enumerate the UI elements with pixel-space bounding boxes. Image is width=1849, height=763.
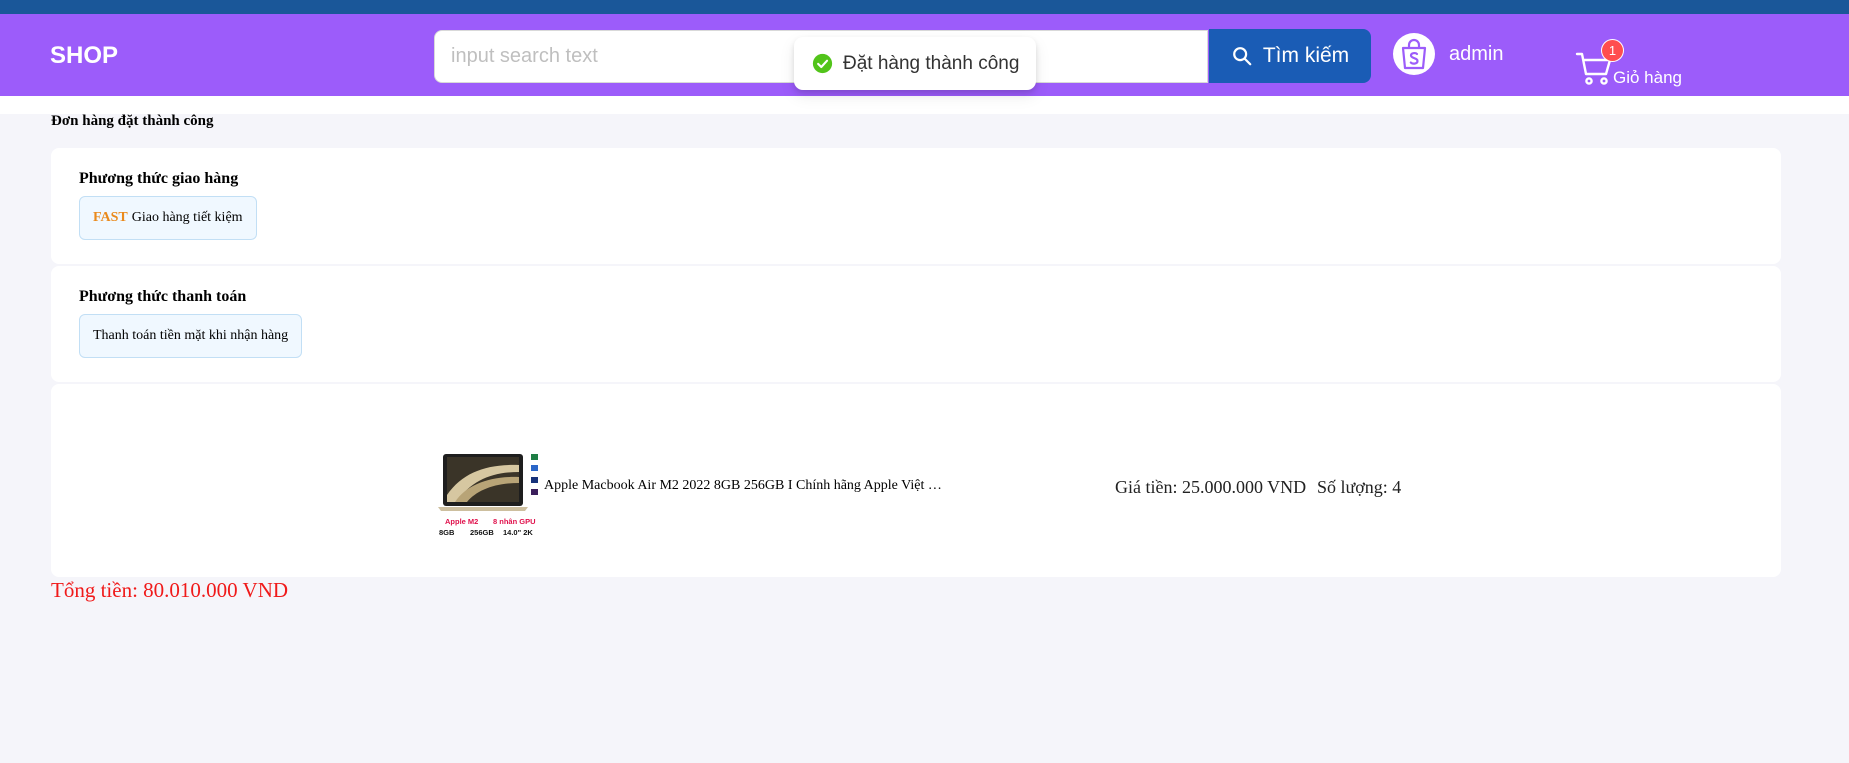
search-icon [1232, 47, 1252, 66]
payment-method-card: Phương thức thanh toán Thanh toán tiền m… [51, 266, 1781, 382]
product-quantity: Số lượng: 4 [1317, 477, 1402, 497]
sub-bar [0, 96, 1849, 114]
delivery-option-label: Giao hàng tiết kiệm [131, 210, 243, 225]
product-name: Apple Macbook Air M2 2022 8GB 256GB I Ch… [544, 478, 951, 493]
page-title: Đơn hàng đặt thành công [51, 113, 214, 129]
product-image-screen-text: 14.0" 2K [503, 528, 533, 537]
delivery-method-card: Phương thức giao hàng FAST Giao hàng tiế… [51, 148, 1781, 264]
search-button-label: Tìm kiếm [1262, 44, 1350, 67]
search-button[interactable]: Tìm kiếm [1209, 29, 1371, 83]
product-price: Giá tiền: 25.000.000 VND [1115, 477, 1307, 497]
payment-method-title: Phương thức thanh toán [79, 288, 247, 305]
user-name: admin [1449, 42, 1504, 65]
check-circle-icon [812, 53, 833, 74]
cart-label: Giỏ hàng [1613, 68, 1682, 87]
success-toast: Đặt hàng thành công [794, 37, 1037, 90]
product-image-gpu-text: 8 nhân GPU [493, 517, 536, 526]
user-menu[interactable]: admin [1393, 33, 1503, 75]
delivery-method-title: Phương thức giao hàng [79, 170, 239, 187]
order-items-card: Apple M2 8 nhân GPU 8GB 256GB 14.0" 2K A… [51, 384, 1781, 577]
toast-message: Đặt hàng thành công [843, 52, 1020, 74]
product-image-ram-text: 8GB [439, 528, 455, 537]
delivery-option[interactable]: FAST Giao hàng tiết kiệm [79, 196, 257, 240]
shop-logo[interactable]: SHOP [50, 42, 118, 70]
top-strip [0, 0, 1849, 14]
product-image: Apple M2 8 nhân GPU 8GB 256GB 14.0" 2K [438, 454, 538, 537]
product-image-chip-text: Apple M2 [445, 517, 478, 526]
payment-option[interactable]: Thanh toán tiền mặt khi nhận hàng [79, 314, 303, 358]
product-image-ssd-text: 256GB [470, 528, 494, 537]
cart-count-badge: 1 [1602, 40, 1623, 61]
fast-tag: FAST [93, 210, 128, 225]
payment-option-label: Thanh toán tiền mặt khi nhận hàng [93, 328, 289, 343]
shop-bag-icon [1393, 33, 1435, 75]
cart-button[interactable]: 1 Giỏ hàng [1575, 38, 1695, 88]
order-total: Tổng tiền: 80.010.000 VND [51, 578, 289, 602]
